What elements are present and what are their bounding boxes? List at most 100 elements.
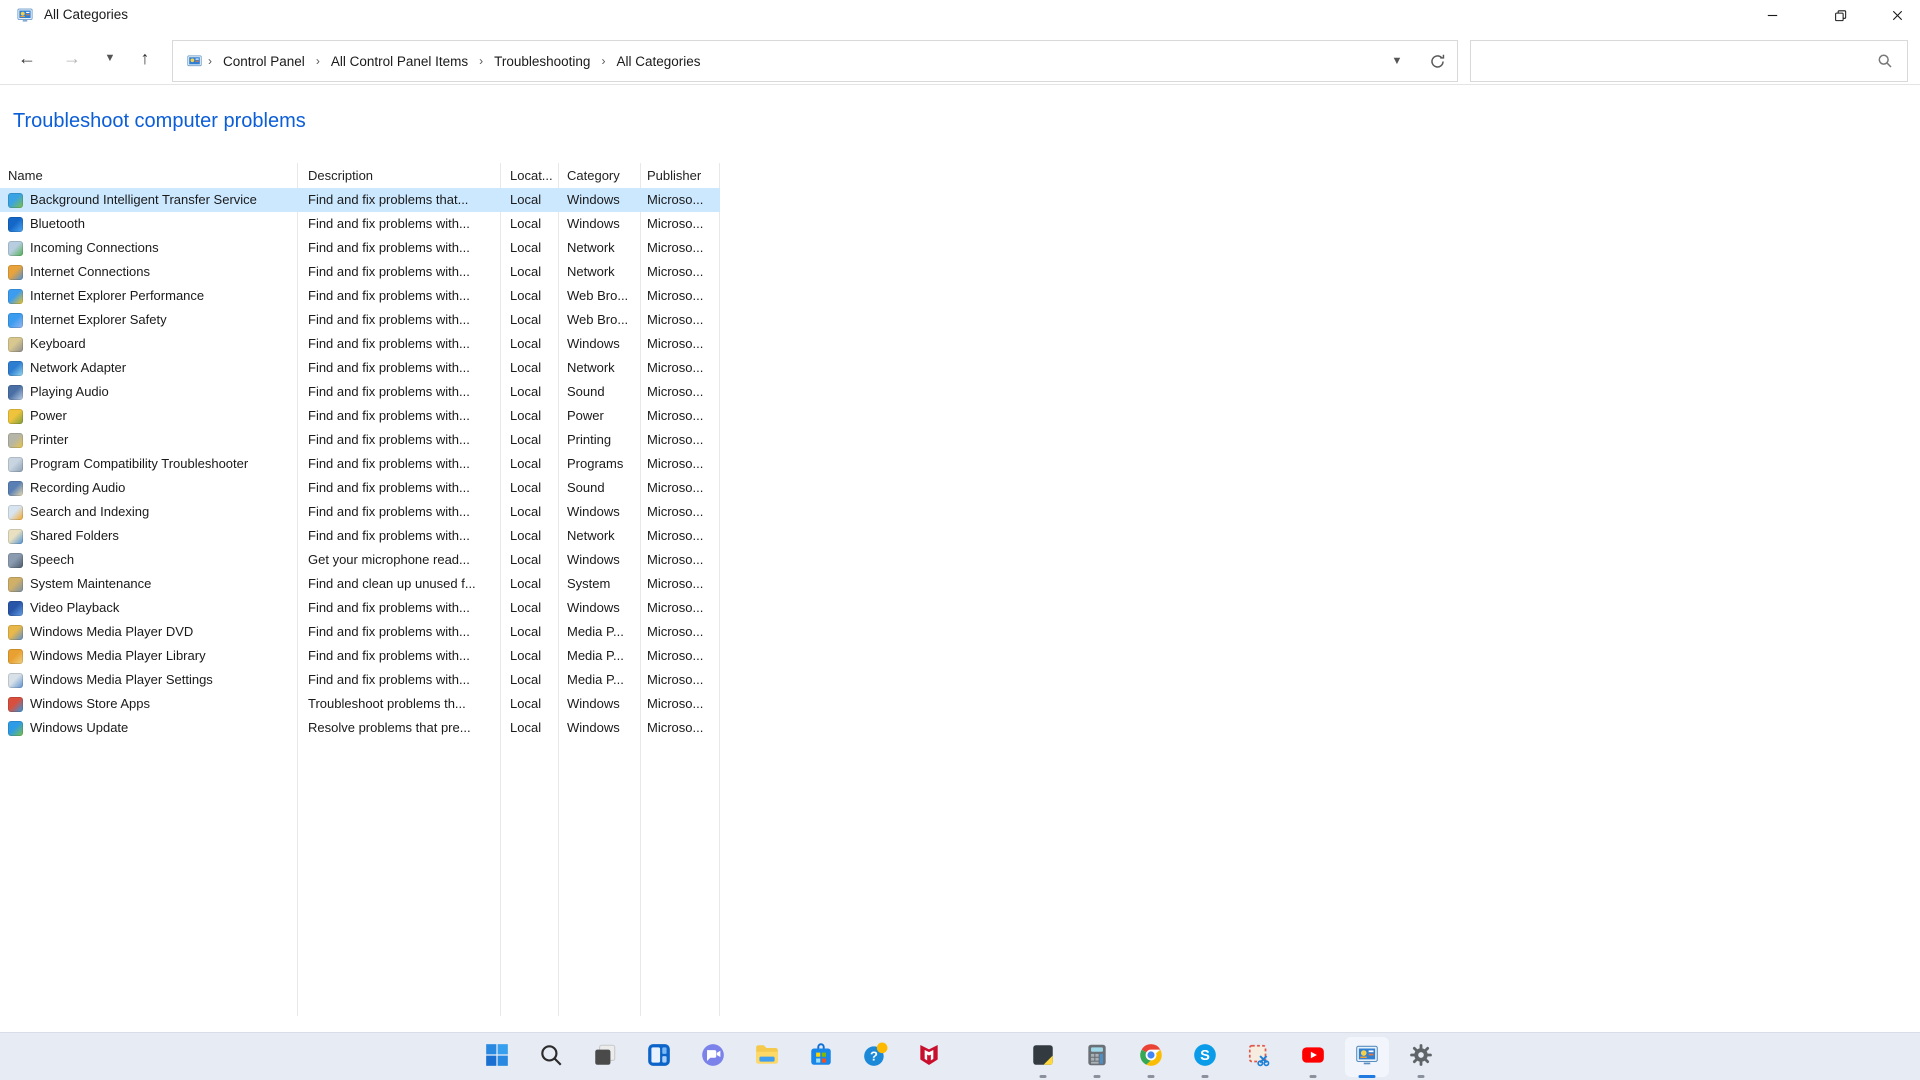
breadcrumb-item[interactable]: Troubleshooting — [488, 49, 596, 74]
item-location: Local — [510, 456, 542, 471]
list-item[interactable]: Recording Audio Find and fix problems wit… — [0, 476, 720, 500]
list-item[interactable]: Incoming Connections Find and fix problem… — [0, 236, 720, 260]
item-category: Windows — [567, 504, 620, 519]
item-name: Windows Media Player Settings — [30, 672, 213, 687]
item-description: Find and fix problems with... — [308, 480, 470, 495]
minimize-button[interactable] — [1749, 0, 1795, 30]
forward-button[interactable]: → — [56, 43, 88, 73]
item-name: Internet Explorer Safety — [30, 312, 167, 327]
item-name-cell: Shared Folders — [0, 524, 297, 548]
running-indicator — [1358, 1075, 1376, 1078]
taskbar-mcafee-button[interactable] — [902, 1033, 956, 1080]
taskbar-explorer-button[interactable] — [740, 1033, 794, 1080]
taskbar-chat-button[interactable] — [686, 1033, 740, 1080]
item-name: Windows Media Player DVD — [30, 624, 194, 639]
column-header-publisher[interactable]: Publisher — [640, 163, 719, 188]
breadcrumb-item[interactable]: All Control Panel Items — [325, 49, 474, 74]
taskbar-youtube-button[interactable] — [1286, 1033, 1340, 1080]
taskbar-calculator-button[interactable] — [1070, 1033, 1124, 1080]
list-item[interactable]: Network Adapter Find and fix problems wit… — [0, 356, 720, 380]
list-item[interactable]: Shared Folders Find and fix problems with… — [0, 524, 720, 548]
address-bar[interactable]: › Control Panel › All Control Panel Items › T… — [172, 40, 1458, 82]
list-item[interactable]: Search and Indexing Find and fix problems… — [0, 500, 720, 524]
search-icon[interactable] — [1877, 53, 1893, 74]
item-category: Media P... — [567, 672, 624, 687]
taskbar-settings-button[interactable] — [1394, 1033, 1448, 1080]
item-name: Recording Audio — [30, 480, 126, 495]
list-item[interactable]: Bluetooth Find and fix problems with... Lo… — [0, 212, 720, 236]
taskbar-chrome-button[interactable] — [1124, 1033, 1178, 1080]
item-location: Local — [510, 672, 542, 687]
list-item[interactable]: Internet Connections Find and fix problem… — [0, 260, 720, 284]
item-description: Find and fix problems with... — [308, 432, 470, 447]
item-location: Local — [510, 432, 542, 447]
list-item[interactable]: Printer Find and fix problems with... Loca… — [0, 428, 720, 452]
list-item[interactable]: Keyboard Find and fix problems with... Loc… — [0, 332, 720, 356]
column-header-description[interactable]: Description — [297, 163, 500, 188]
column-header-locat[interactable]: Locat... — [500, 163, 558, 188]
list-item[interactable]: Windows Store Apps Troubleshoot problems … — [0, 692, 720, 716]
list-item[interactable]: Background Intelligent Transfer Service F… — [0, 188, 720, 212]
item-name: Network Adapter — [30, 360, 127, 375]
back-button[interactable]: ← — [11, 43, 43, 73]
list-item[interactable]: Windows Media Player Settings Find and fi… — [0, 668, 720, 692]
list-item[interactable]: Windows Update Resolve problems that pre.… — [0, 716, 720, 740]
address-dropdown-chevron-icon[interactable]: ▼ — [1377, 55, 1417, 67]
list-item[interactable]: Video Playback Find and fix problems with… — [0, 596, 720, 620]
taskbar-controlpanel-button[interactable] — [1340, 1033, 1394, 1080]
item-name-cell: Search and Indexing — [0, 500, 297, 524]
list-item[interactable]: Program Compatibility Troubleshooter Find… — [0, 452, 720, 476]
list-item[interactable]: Power Find and fix problems with... Local P… — [0, 404, 720, 428]
column-header-category[interactable]: Category — [558, 163, 640, 188]
breadcrumb-item[interactable]: All Categories — [610, 49, 706, 74]
item-name: Speech — [30, 552, 75, 567]
item-publisher: Microso... — [647, 432, 704, 447]
item-name-cell: Video Playback — [0, 596, 297, 620]
item-category: System — [567, 576, 611, 591]
search-input[interactable] — [1481, 42, 1871, 80]
up-button[interactable]: ↑ — [129, 43, 161, 73]
list-item[interactable]: Internet Explorer Performance Find and fi… — [0, 284, 720, 308]
list-rows: Background Intelligent Transfer Service F… — [0, 188, 720, 740]
recent-pages-chevron-icon[interactable]: ▼ — [94, 43, 126, 73]
list-item[interactable]: Windows Media Player DVD Find and fix pro… — [0, 620, 720, 644]
troubleshooter-list: Name Description Locat... Category Publisher… — [0, 163, 720, 1016]
stickynotes-icon — [1030, 1042, 1056, 1073]
list-item[interactable]: Windows Media Player Library Find and fix… — [0, 644, 720, 668]
item-publisher: Microso... — [647, 408, 704, 423]
item-location: Local — [510, 624, 542, 639]
item-name: System Maintenance — [30, 576, 152, 591]
item-description: Find and fix problems with... — [308, 312, 470, 327]
store-apps-icon — [8, 696, 23, 712]
refresh-button[interactable] — [1417, 53, 1457, 70]
column-header-name[interactable]: Name — [0, 163, 297, 188]
restore-button[interactable] — [1817, 0, 1863, 30]
item-name-cell: Recording Audio — [0, 476, 297, 500]
list-item[interactable]: Playing Audio Find and fix problems with.… — [0, 380, 720, 404]
chat-icon — [700, 1042, 726, 1073]
taskbar-snip-button[interactable] — [1232, 1033, 1286, 1080]
search-indexing-icon — [8, 504, 23, 520]
taskbar-search-button[interactable] — [524, 1033, 578, 1080]
taskbar-skype-button[interactable]: S — [1178, 1033, 1232, 1080]
taskbar-start-button[interactable] — [470, 1033, 524, 1080]
item-location: Local — [510, 264, 542, 279]
taskbar-gethelp-button[interactable]: ? — [848, 1033, 902, 1080]
taskbar-stickynotes-button[interactable] — [1016, 1033, 1070, 1080]
item-name-cell: Keyboard — [0, 332, 297, 356]
taskbar-store-button[interactable] — [794, 1033, 848, 1080]
list-item[interactable]: System Maintenance Find and clean up unus… — [0, 572, 720, 596]
close-button[interactable] — [1874, 0, 1920, 30]
search-box[interactable] — [1470, 40, 1908, 82]
list-item[interactable]: Speech Get your microphone read... Local Wi… — [0, 548, 720, 572]
item-description: Find and clean up unused f... — [308, 576, 476, 591]
power-icon — [8, 408, 23, 424]
list-item[interactable]: Internet Explorer Safety Find and fix pro… — [0, 308, 720, 332]
breadcrumb-item[interactable]: Control Panel — [217, 49, 311, 74]
item-location: Local — [510, 216, 542, 231]
item-description: Find and fix problems with... — [308, 528, 470, 543]
item-location: Local — [510, 360, 542, 375]
item-publisher: Microso... — [647, 360, 704, 375]
taskbar-taskview-button[interactable] — [578, 1033, 632, 1080]
taskbar-widgets-button[interactable] — [632, 1033, 686, 1080]
